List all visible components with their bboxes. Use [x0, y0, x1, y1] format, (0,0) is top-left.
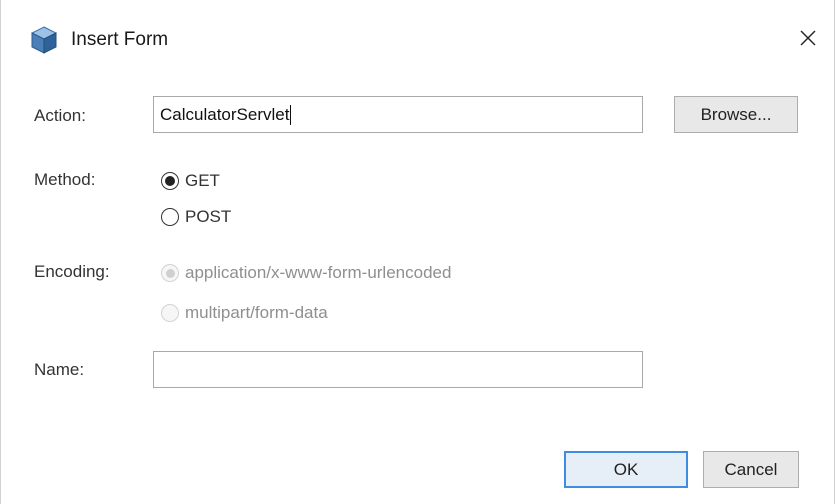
- method-get-label: GET: [185, 171, 220, 190]
- insert-form-dialog: Insert Form Action: CalculatorServlet Br…: [0, 0, 835, 504]
- browse-button[interactable]: Browse...: [674, 96, 798, 133]
- radio-unselected-icon: [161, 208, 179, 226]
- encoding-radio-urlencoded: application/x-www-form-urlencoded: [161, 263, 451, 283]
- name-label: Name:: [34, 360, 85, 379]
- action-input[interactable]: CalculatorServlet: [153, 96, 643, 133]
- encoding-multipart-label: multipart/form-data: [185, 303, 328, 322]
- method-post-label: POST: [185, 207, 232, 226]
- close-icon: [798, 28, 818, 53]
- close-button[interactable]: [790, 24, 826, 56]
- action-label: Action:: [34, 106, 86, 125]
- ok-button-label: OK: [613, 459, 639, 479]
- window-title: Insert Form: [71, 29, 169, 50]
- encoding-urlencoded-label: application/x-www-form-urlencoded: [185, 263, 452, 282]
- ok-button[interactable]: OK: [564, 451, 688, 488]
- method-radio-get[interactable]: GET: [161, 171, 220, 191]
- text-caret: [290, 104, 292, 125]
- dialog-body: Action: CalculatorServlet Browse... Meth…: [1, 74, 834, 504]
- cancel-button[interactable]: Cancel: [703, 451, 799, 488]
- cube-icon: [30, 26, 58, 54]
- method-radio-post[interactable]: POST: [161, 207, 231, 227]
- browse-button-label: Browse...: [700, 104, 772, 124]
- encoding-radio-multipart: multipart/form-data: [161, 303, 328, 323]
- name-input[interactable]: [153, 351, 643, 388]
- radio-selected-icon: [161, 172, 179, 190]
- encoding-label: Encoding:: [34, 262, 110, 281]
- radio-unselected-disabled-icon: [161, 304, 179, 322]
- radio-selected-disabled-icon: [161, 264, 179, 282]
- action-input-value: CalculatorServlet: [160, 104, 290, 124]
- method-label: Method:: [34, 170, 96, 189]
- title-bar: Insert Form: [1, 0, 834, 74]
- cancel-button-label: Cancel: [724, 459, 778, 479]
